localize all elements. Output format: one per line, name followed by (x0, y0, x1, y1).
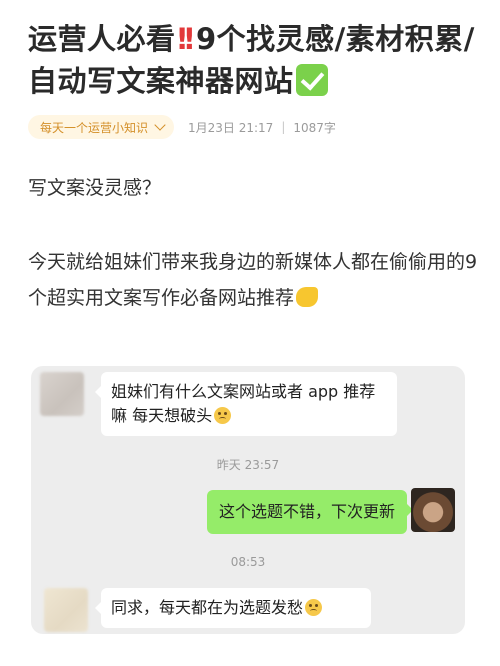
title-part1: 运营人必看 (28, 22, 176, 56)
sad-face-icon (305, 599, 323, 616)
paragraph-intro-text: 写文案没灵感？ (28, 177, 162, 199)
word-count: 1087字 (293, 120, 336, 135)
topic-chip[interactable]: 每天一个运营小知识 (28, 115, 175, 139)
sad-face-icon (214, 407, 232, 424)
check-mark-icon (295, 64, 328, 96)
meta-divider: | (281, 120, 286, 134)
double-exclamation-icon: !! (175, 22, 197, 56)
paragraph-intro: 写文案没灵感？ (28, 170, 478, 206)
chat-timestamp: 08:53 (230, 555, 266, 569)
chat-message-text: 姐妹们有什么文案网站或者 app 推荐嘛 每天想破头 (111, 382, 376, 425)
flexed-biceps-icon (296, 287, 319, 307)
avatar (40, 372, 84, 416)
chat-message-text: 这个选题不错，下次更新 (218, 502, 395, 521)
chat-timestamp: 昨天 23:57 (216, 458, 280, 472)
paragraph-recommend: 今天就给姐妹们带来我身边的新媒体人都在偷偷用的9个超实用文案写作必备网站推荐 (28, 244, 478, 316)
chat-bubble-received: 同求，每天都在为选题发愁 (95, 588, 371, 628)
topic-chip-label: 每天一个运营小知识 (40, 120, 149, 135)
avatar (411, 488, 455, 532)
chat-bubble-received: 姐妹们有什么文案网站或者 app 推荐嘛 每天想破头 (95, 372, 397, 436)
post-title: 运营人必看!! 9个找灵感/素材积累/自动写文案神器网站 (28, 18, 478, 102)
paragraph-recommend-text: 今天就给姐妹们带来我身边的新媒体人都在偷偷用的9个超实用文案写作必备网站推荐 (28, 251, 478, 309)
post-date: 1月23日 21:17 (188, 120, 274, 135)
chat-screenshot: 姐妹们有什么文案网站或者 app 推荐嘛 每天想破头 昨天 23:57 这个选题… (31, 366, 465, 634)
post-meta: 每天一个运营小知识 1月23日 21:17 | 1087字 (28, 114, 336, 140)
chat-message-text: 同求，每天都在为选题发愁 (111, 598, 304, 617)
chat-bubble-sent: 这个选题不错，下次更新 (206, 490, 414, 534)
avatar (44, 588, 88, 632)
chevron-down-icon (154, 119, 166, 131)
